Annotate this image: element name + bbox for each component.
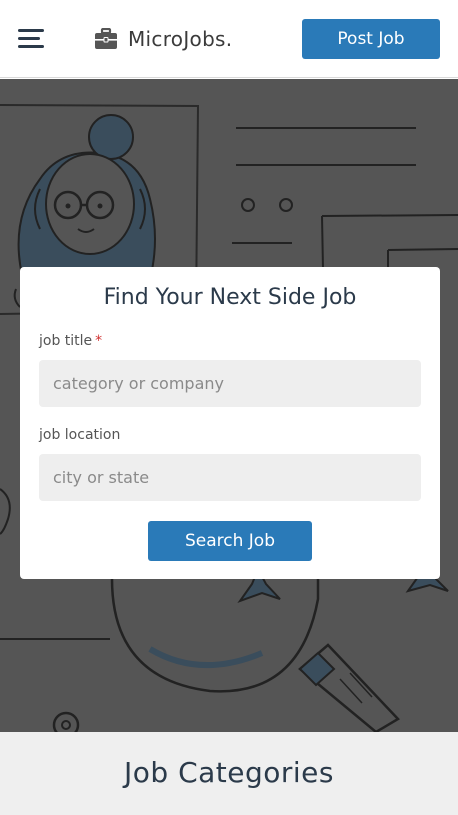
job-title-input[interactable] xyxy=(39,360,421,407)
search-job-button[interactable]: Search Job xyxy=(148,521,312,561)
job-search-card: Find Your Next Side Job job title* job l… xyxy=(20,267,440,579)
brand-name: MicroJobs. xyxy=(128,27,233,51)
briefcase-icon xyxy=(95,28,117,49)
job-location-input[interactable] xyxy=(39,454,421,501)
hamburger-icon[interactable] xyxy=(18,27,46,51)
search-card-title: Find Your Next Side Job xyxy=(103,285,357,310)
job-title-label: job title * xyxy=(39,333,102,349)
job-location-label: job location xyxy=(39,427,121,443)
required-mark: * xyxy=(95,333,103,349)
top-navbar: MicroJobs. Post Job xyxy=(0,0,458,78)
job-categories-title: Job Categories xyxy=(124,756,334,789)
brand-logo[interactable]: MicroJobs. xyxy=(94,24,232,54)
post-job-button[interactable]: Post Job xyxy=(302,19,440,59)
job-categories-section: Job Categories xyxy=(0,732,458,815)
job-title-label-text: job title xyxy=(39,333,93,349)
